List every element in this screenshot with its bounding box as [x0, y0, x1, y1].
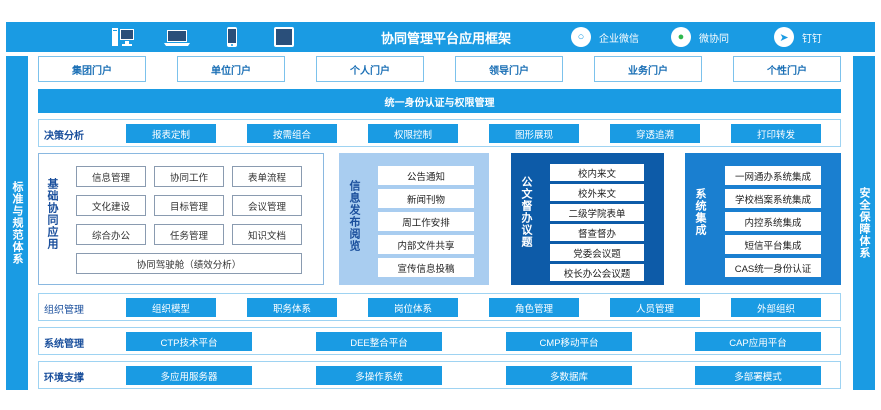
- org-label: 组织管理: [44, 305, 84, 316]
- decision-permission[interactable]: 权限控制: [368, 124, 458, 143]
- identity-bar: 统一身份认证与权限管理: [38, 89, 841, 113]
- info-news[interactable]: 新闻刊物: [378, 189, 474, 208]
- basic-task-mgmt[interactable]: 任务管理: [154, 224, 224, 245]
- portal-leader[interactable]: 领导门户: [455, 56, 563, 82]
- org-model[interactable]: 组织模型: [126, 298, 216, 317]
- portal-unit[interactable]: 单位门户: [177, 56, 285, 82]
- app-dingtalk[interactable]: ➤ 钉钉: [774, 26, 822, 48]
- wecom-icon: ○: [571, 27, 591, 47]
- integ-sms[interactable]: 短信平台集成: [725, 235, 821, 254]
- sys-ctp[interactable]: CTP技术平台: [126, 332, 252, 351]
- portal-personal[interactable]: 个人门户: [316, 56, 424, 82]
- basic-office[interactable]: 综合办公: [76, 224, 146, 245]
- doc-supervise[interactable]: 督查督办: [550, 224, 644, 241]
- left-side-label: 标准与规范体系: [6, 56, 28, 390]
- basic-goal-mgmt[interactable]: 目标管理: [154, 195, 224, 216]
- org-role[interactable]: 角色管理: [489, 298, 579, 317]
- org-post[interactable]: 岗位体系: [368, 298, 458, 317]
- org-people[interactable]: 人员管理: [610, 298, 700, 317]
- basic-form-flow[interactable]: 表单流程: [232, 166, 302, 187]
- integ-onenet[interactable]: 一网通办系统集成: [725, 166, 821, 185]
- phone-icon: [227, 27, 237, 47]
- tablet-icon: [274, 27, 294, 47]
- doc-inbound[interactable]: 校内来文: [550, 164, 644, 181]
- sysmgmt-label: 系统管理: [44, 339, 84, 350]
- desktop-icon: [112, 28, 134, 46]
- info-notice[interactable]: 公告通知: [378, 166, 474, 185]
- org-position[interactable]: 职务体系: [247, 298, 337, 317]
- app-wechat[interactable]: ● 微协同: [671, 26, 729, 48]
- basic-meeting-mgmt[interactable]: 会议管理: [232, 195, 302, 216]
- top-bar: 协同管理平台应用框架 ○ 企业微信 ● 微协同 ➤ 钉钉: [6, 22, 875, 52]
- org-external[interactable]: 外部组织: [731, 298, 821, 317]
- app-label: 钉钉: [802, 33, 822, 45]
- basic-knowledge[interactable]: 知识文档: [232, 224, 302, 245]
- portal-custom[interactable]: 个性门户: [733, 56, 841, 82]
- sys-cmp[interactable]: CMP移动平台: [506, 332, 632, 351]
- doc-party-topic[interactable]: 党委会议题: [550, 244, 644, 261]
- dingtalk-icon: ➤: [774, 27, 794, 47]
- basic-culture[interactable]: 文化建设: [76, 195, 146, 216]
- system-integration-label: 系统集成: [694, 188, 706, 236]
- sys-dee[interactable]: DEE整合平台: [316, 332, 442, 351]
- basic-info-mgmt[interactable]: 信息管理: [76, 166, 146, 187]
- env-app-server[interactable]: 多应用服务器: [126, 366, 252, 385]
- integ-cas[interactable]: CAS统一身份认证: [725, 258, 821, 277]
- decision-graph[interactable]: 图形展现: [489, 124, 579, 143]
- doc-external[interactable]: 校外来文: [550, 184, 644, 201]
- env-deploy[interactable]: 多部署模式: [695, 366, 821, 385]
- app-label: 企业微信: [599, 33, 639, 45]
- env-database[interactable]: 多数据库: [506, 366, 632, 385]
- wechat-icon: ●: [671, 27, 691, 47]
- basic-collab-work[interactable]: 协同工作: [154, 166, 224, 187]
- basic-cockpit[interactable]: 协同驾驶舱（绩效分析）: [76, 253, 302, 274]
- env-os[interactable]: 多操作系统: [316, 366, 442, 385]
- doc-president-topic[interactable]: 校长办公会议题: [550, 264, 644, 281]
- integ-archive[interactable]: 学校档案系统集成: [725, 189, 821, 208]
- page-title: 协同管理平台应用框架: [380, 30, 511, 46]
- decision-report[interactable]: 报表定制: [126, 124, 216, 143]
- official-doc-label: 公文督办议题: [520, 176, 532, 248]
- portal-group[interactable]: 集团门户: [38, 56, 146, 82]
- decision-drill[interactable]: 穿透追溯: [610, 124, 700, 143]
- env-label: 环境支撑: [44, 373, 84, 384]
- app-label: 微协同: [699, 33, 729, 45]
- app-wecom[interactable]: ○ 企业微信: [571, 26, 639, 48]
- info-submit[interactable]: 宣传信息投稿: [378, 258, 474, 277]
- decision-label: 决策分析: [44, 131, 84, 142]
- info-weekly[interactable]: 周工作安排: [378, 212, 474, 231]
- right-side-label: 安全保障体系: [853, 56, 875, 390]
- decision-print[interactable]: 打印转发: [731, 124, 821, 143]
- basic-apps-label: 基础协同应用: [46, 178, 58, 250]
- sys-cap[interactable]: CAP应用平台: [695, 332, 821, 351]
- info-share[interactable]: 内部文件共享: [378, 235, 474, 254]
- doc-college-form[interactable]: 二级学院表单: [550, 204, 644, 221]
- portal-business[interactable]: 业务门户: [594, 56, 702, 82]
- info-publish-label: 信息发布阅览: [348, 180, 360, 252]
- decision-combine[interactable]: 按需组合: [247, 124, 337, 143]
- laptop-icon: [164, 30, 190, 46]
- integ-internal-control[interactable]: 内控系统集成: [725, 212, 821, 231]
